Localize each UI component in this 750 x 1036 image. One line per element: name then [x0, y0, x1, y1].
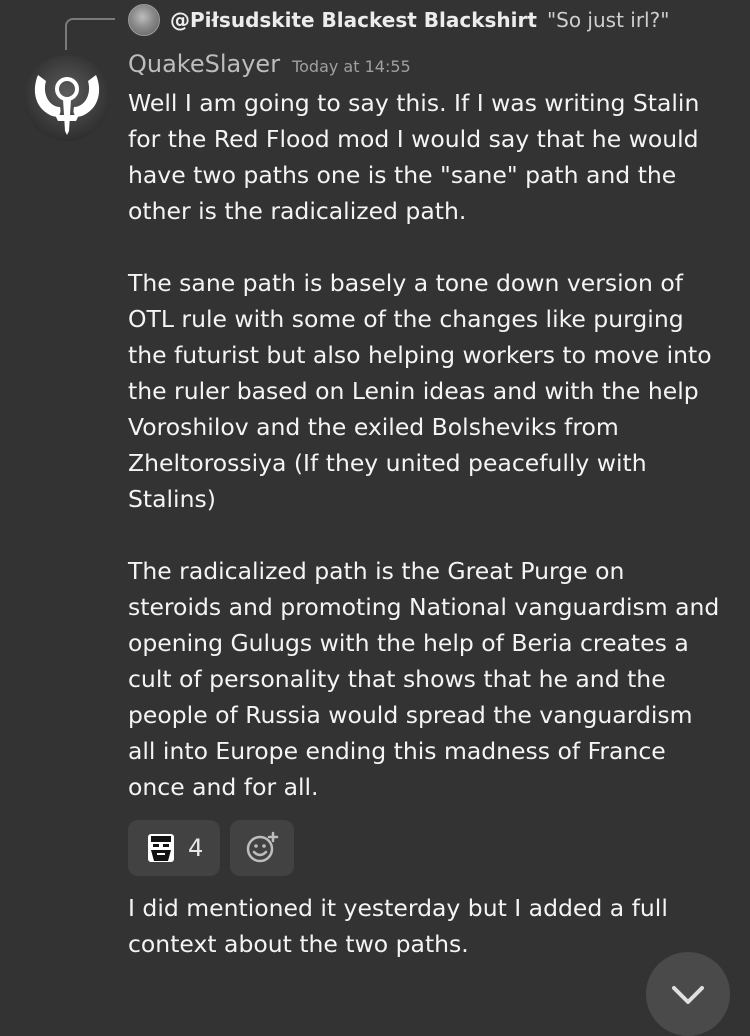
followup-message: I did mentioned it yesterday but I added… — [128, 890, 728, 962]
quake-logo-icon — [34, 75, 100, 135]
reaction-count: 4 — [188, 834, 204, 862]
message-line: The radicalized path is the Great Purge … — [128, 557, 625, 585]
message-paragraph: Well I am going to say this. If I was wr… — [128, 85, 728, 229]
reply-author[interactable]: @Piłsudskite Blackest Blackshirt — [170, 8, 537, 32]
add-reaction-button[interactable] — [230, 820, 294, 876]
message-line: I did mentioned it yesterday but I added… — [128, 894, 668, 922]
message-line: Zheltorossiya (If they united peacefully… — [128, 449, 647, 477]
message-line: steroids and promoting National vanguard… — [128, 593, 720, 621]
message-header: QuakeSlayer Today at 14:55 — [128, 50, 411, 78]
message-line: the ruler based on Lenin ideas and with … — [128, 377, 699, 405]
message-line: the futurist but also helping workers to… — [128, 341, 712, 369]
message-line: The sane path is basely a tone down vers… — [128, 269, 684, 297]
reply-snippet[interactable]: "So just irl?" — [547, 8, 670, 32]
message-line: opening Gulugs with the help of Beria cr… — [128, 629, 689, 657]
message-line: Well I am going to say this. If I was wr… — [128, 89, 700, 117]
reaction-pill[interactable]: 4 — [128, 820, 220, 876]
avatar[interactable] — [24, 55, 110, 141]
message-paragraph: The sane path is basely a tone down vers… — [128, 265, 728, 517]
username[interactable]: QuakeSlayer — [128, 50, 280, 78]
message-line: Voroshilov and the exiled Bolsheviks fro… — [128, 413, 619, 441]
message-line: have two paths one is the "sane" path an… — [128, 161, 677, 189]
message-line: cult of personality that shows that he a… — [128, 665, 666, 693]
chevron-down-icon — [672, 986, 704, 1004]
message-line: people of Russia would spread the vangua… — [128, 701, 693, 729]
message-line: OTL rule with some of the changes like p… — [128, 305, 684, 333]
message-line: context about the two paths. — [128, 930, 469, 958]
jump-to-bottom-button[interactable] — [646, 952, 730, 1036]
message-line: Stalins) — [128, 485, 216, 513]
message-line: once and for all. — [128, 773, 319, 801]
add-reaction-icon — [246, 831, 279, 863]
reply-connector-line — [65, 18, 115, 50]
message-line: for the Red Flood mod I would say that h… — [128, 125, 699, 153]
reply-reference[interactable]: @Piłsudskite Blackest Blackshirt "So jus… — [128, 2, 669, 38]
bearded-face-emoji-icon — [148, 834, 174, 862]
timestamp: Today at 14:55 — [292, 57, 411, 76]
message-line: other is the radicalized path. — [128, 197, 467, 225]
message-line: all into Europe ending this madness of F… — [128, 737, 666, 765]
message-paragraph: The radicalized path is the Great Purge … — [128, 553, 728, 805]
reactions-bar: 4 — [128, 820, 294, 876]
reply-avatar — [128, 4, 160, 36]
